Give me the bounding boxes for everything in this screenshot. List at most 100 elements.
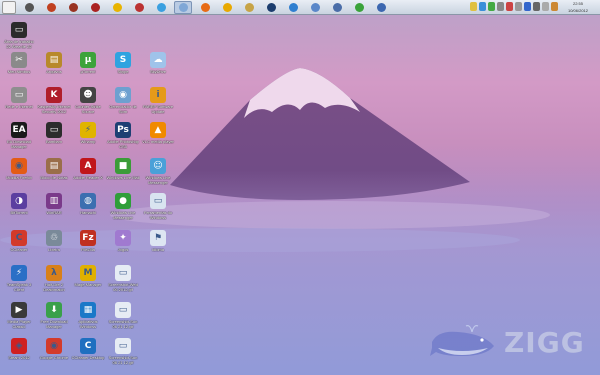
- desktop-shortcut[interactable]: ◈ Steam 2012: [2, 338, 36, 372]
- skydrive-icon: ☁: [150, 52, 166, 68]
- taskbar-game-icon-1[interactable]: [64, 1, 82, 14]
- tray-icon[interactable]: [506, 2, 513, 11]
- tray-icon[interactable]: [533, 2, 540, 11]
- desktop-shortcut[interactable]: ▦ Aplicativos Windows: [71, 302, 105, 336]
- desktop-shortcut[interactable]: ▥ WinRAR: [37, 193, 71, 227]
- desktop-shortcut[interactable]: λ Half-Life 2 Deathmatch: [37, 265, 71, 299]
- desktop-shortcut[interactable]: ✂ Meu Nimbus: [2, 52, 36, 86]
- desktop-shortcut[interactable]: ▲ VLC media player: [141, 122, 175, 156]
- tray-icon[interactable]: [551, 2, 558, 11]
- taskbar-messenger-icon[interactable]: [152, 1, 170, 14]
- desktop-shortcut[interactable]: ▭ Screenshot-Sun 06 21 12.gif: [106, 338, 140, 372]
- browser-icon: [288, 2, 298, 12]
- info-icon: i: [150, 87, 166, 103]
- tray-icon[interactable]: [524, 2, 531, 11]
- clock-date: 10/06/2012: [567, 8, 589, 13]
- desktop-shortcut[interactable]: ■ Windows Live Mail: [106, 158, 140, 192]
- desktop-shortcut[interactable]: ◍ Hamachi: [71, 193, 105, 227]
- desktop-shortcut[interactable]: EA EA Download Manager: [2, 122, 36, 156]
- logmein-icon: ▭: [11, 22, 27, 38]
- desktop-shortcut[interactable]: ◉ Gerenciador de Som: [106, 87, 140, 121]
- desktop-shortcut[interactable]: ▤ Arquivos: [37, 52, 71, 86]
- tray-icon[interactable]: [542, 2, 549, 11]
- desktop-shortcut[interactable]: ☁ SkyDrive: [141, 52, 175, 86]
- desktop-shortcut-label: BitTorrent: [10, 210, 28, 215]
- desktop-shortcut[interactable]: ⚡ Winamp: [71, 122, 105, 156]
- desktop-shortcut[interactable]: i PAREP Software Update: [141, 87, 175, 121]
- tray-icon[interactable]: [515, 2, 522, 11]
- desktop-shortcut-label: Bloco de Notas: [40, 175, 68, 180]
- desktop-shortcut[interactable]: ▭ Ferramentas do Windows: [141, 193, 175, 227]
- taskbar-photoshop-icon[interactable]: [262, 1, 280, 14]
- taskbar-game-icon-2[interactable]: [130, 1, 148, 14]
- taskbar-firefox-icon[interactable]: [196, 1, 214, 14]
- taskbar-folder-icon[interactable]: [240, 1, 258, 14]
- taskbar-assassin-icon[interactable]: [86, 1, 104, 14]
- desktop-shortcut-label: Google Chrome: [39, 355, 69, 360]
- desktop-shortcut[interactable]: ☻ Counter-Strike Source: [71, 87, 105, 121]
- game-icon-2: [134, 2, 144, 12]
- tray-icon[interactable]: [470, 2, 477, 11]
- desktop-shortcut[interactable]: Fz FileZilla: [71, 230, 105, 264]
- desktop-shortcut-label: Adobe Reader X: [73, 175, 103, 180]
- desktop-shortcut[interactable]: ◑ BitTorrent: [2, 193, 36, 227]
- tray-icon[interactable]: [497, 2, 504, 11]
- desktop-shortcut[interactable]: ▭ Screenshot-Sun 06 21 12.gif: [106, 302, 140, 336]
- clock[interactable]: 22:55 10/06/2012: [560, 0, 596, 15]
- photoshop-icon: Ps: [115, 122, 131, 138]
- taskbar-winamp-icon[interactable]: [218, 1, 236, 14]
- desktop-shortcut[interactable]: ⚑ Idioma: [141, 230, 175, 264]
- taskbar-gamecube-icon[interactable]: [42, 1, 60, 14]
- desktop-shortcut[interactable]: ▭ Rede e Internet: [2, 87, 36, 121]
- desktop-shortcut[interactable]: ✦ Jogos: [106, 230, 140, 264]
- desktop-shortcut[interactable]: ▭ Screenshot-Wed 06 2012.gif: [106, 265, 140, 299]
- apps-icon: ▦: [80, 302, 96, 318]
- desktop-shortcut[interactable]: ◉ Google Chrome: [37, 338, 71, 372]
- taskbar-monitor-icon[interactable]: [328, 1, 346, 14]
- start-button[interactable]: [2, 0, 16, 14]
- desktop-shortcut[interactable]: ▭ Bambam: [37, 122, 71, 156]
- desktop-shortcut[interactable]: C CCleaner Desktop: [71, 338, 105, 372]
- desktop-shortcut[interactable]: ▭Área de trabalho 22 Área de 22 Google: [2, 22, 36, 56]
- desktop-shortcut[interactable]: ◉ Mozilla Firefox: [2, 158, 36, 192]
- desktop-shortcut[interactable]: S Skype: [106, 52, 140, 86]
- taskbar-ubisoft-icon[interactable]: [108, 1, 126, 14]
- taskbar-network-icon[interactable]: [306, 1, 324, 14]
- desktop-shortcut[interactable]: C CCleaner: [2, 230, 36, 264]
- teamspeak-icon: ⚡: [11, 265, 27, 281]
- desktop-shortcut[interactable]: ♲ Lixeira: [37, 230, 71, 264]
- desktop-shortcut-label: FileZilla: [81, 247, 95, 252]
- desktop-shortcut[interactable]: M Mage Manager: [71, 265, 105, 299]
- counterstrike-icon: ☻: [80, 87, 96, 103]
- desktop-shortcut[interactable]: ● Windows Live Messenger: [106, 193, 140, 227]
- desktop-shortcut[interactable]: ▤ Bloco de Notas: [37, 158, 71, 192]
- desktop-shortcut[interactable]: µ µTorrent: [71, 52, 105, 86]
- desktop-shortcut-label: Rede e Internet: [5, 104, 33, 109]
- zigg-watermark: ZIGG: [428, 322, 585, 362]
- folder-icon: [244, 2, 254, 12]
- taskbar-window-icon[interactable]: [174, 0, 192, 14]
- desktop-shortcut[interactable]: Ps Adobe Photoshop CS5: [106, 122, 140, 156]
- kaspersky-icon: K: [46, 87, 62, 103]
- desktop-shortcut[interactable]: ⬇ Free Download Manager: [37, 302, 71, 336]
- desktop-shortcut[interactable]: ⚡ TeamSpeak 3 Client: [2, 265, 36, 299]
- taskbar-window-icon-2[interactable]: [372, 1, 390, 14]
- desktop-shortcut[interactable]: ☺ Windows Live Messenger: [141, 158, 175, 192]
- taskbar-app-icon-1[interactable]: [20, 1, 38, 14]
- archive-icon: ▤: [46, 52, 62, 68]
- messenger-icon: ☺: [150, 158, 166, 174]
- tray-icon[interactable]: [479, 2, 486, 11]
- desktop-shortcut[interactable]: ▶ Media Player Classic: [2, 302, 36, 336]
- desktop-shortcut-label: µTorrent: [80, 69, 96, 74]
- ccleaner-icon: C: [11, 230, 27, 246]
- desktop-shortcut-label: Media Player Classic: [7, 319, 31, 329]
- desktop-shortcut[interactable]: A Adobe Reader X: [71, 158, 105, 192]
- tray-icon[interactable]: [488, 2, 495, 11]
- computer-icon: ▭: [11, 87, 27, 103]
- desktop-shortcut-label: Área de trabalho 22 Área de 22 Google: [4, 39, 34, 49]
- taskbar-utorrent-icon[interactable]: [350, 1, 368, 14]
- taskbar-browser-icon[interactable]: [284, 1, 302, 14]
- desktop-shortcut-label: Half-Life 2 Deathmatch: [43, 282, 65, 292]
- desktop-shortcut[interactable]: K Kaspersky Internet Security 2012: [37, 87, 71, 121]
- taskbar: 22:55 10/06/2012: [0, 0, 600, 15]
